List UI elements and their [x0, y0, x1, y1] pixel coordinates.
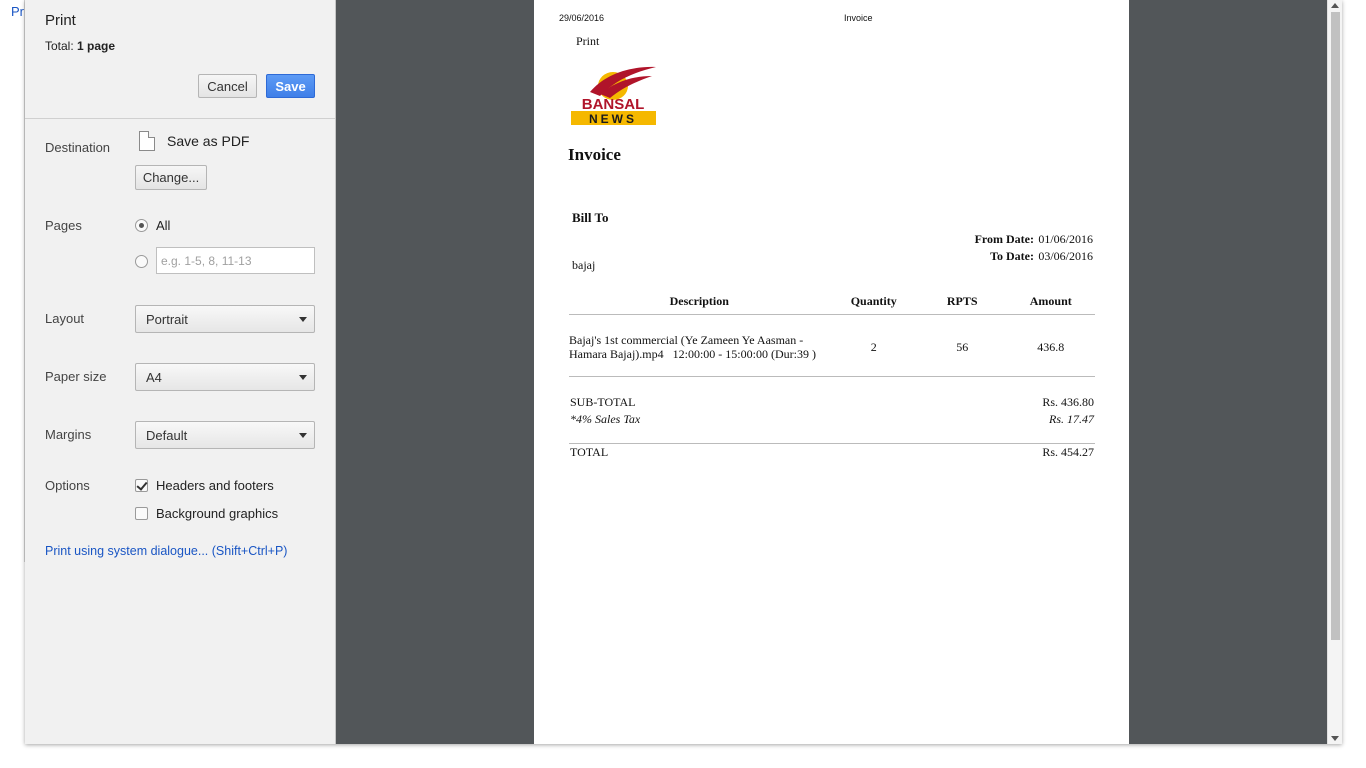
pages-all-radio[interactable] [135, 219, 148, 232]
pages-label: Pages [45, 218, 82, 233]
page-header-date: 29/06/2016 [559, 13, 605, 23]
scroll-down-icon[interactable] [1331, 736, 1339, 741]
margins-select-value: Default [146, 427, 188, 443]
print-settings-sidebar: Print Total: 1 page Cancel Save Destinat… [25, 0, 336, 744]
row-rpts: 56 [956, 339, 969, 354]
from-date-label: From Date: [974, 232, 1034, 246]
layout-select-value: Portrait [146, 311, 188, 327]
column-header-quantity: Quantity [829, 293, 918, 315]
total-label: TOTAL [570, 445, 609, 459]
customer-name: bajaj [572, 258, 596, 272]
invoice-table: Description Quantity RPTS Amount Bajaj's… [569, 293, 1095, 376]
subtotal-label: SUB-TOTAL [570, 395, 636, 409]
destination-value: Save as PDF [167, 133, 250, 149]
change-destination-button[interactable]: Change... [135, 165, 207, 190]
background-graphics-checkbox[interactable] [135, 507, 148, 520]
paper-size-select[interactable]: A4 [135, 363, 315, 391]
tax-value: Rs. 17.47 [1049, 412, 1094, 426]
background-window-edge: Pri [0, 0, 25, 562]
bill-to-label: Bill To [572, 210, 609, 225]
logo-bottom-text: NEWS [589, 112, 637, 126]
destination-label: Destination [45, 140, 111, 155]
layout-select[interactable]: Portrait [135, 305, 315, 333]
dialog-title: Print [45, 12, 76, 29]
subtotal-row: SUB-TOTAL Rs. 436.80 [570, 395, 1094, 410]
pages-all-label[interactable]: All [156, 218, 170, 233]
page-header-title: Invoice [844, 13, 873, 23]
options-label: Options [45, 478, 90, 493]
to-date-value: 03/06/2016 [1038, 249, 1093, 263]
tax-label: *4% Sales Tax [570, 412, 641, 426]
pages-range-input[interactable] [156, 247, 315, 274]
invoice-heading: Invoice [568, 145, 621, 164]
table-divider [569, 376, 1095, 377]
paper-size-label: Paper size [45, 369, 107, 384]
cancel-button[interactable]: Cancel [198, 74, 257, 98]
preview-page: 29/06/2016 Invoice Print BANSAL NEWS Inv… [534, 0, 1129, 744]
row-quantity: 2 [870, 339, 877, 354]
paper-size-select-value: A4 [146, 369, 162, 385]
total-value: Rs. 454.27 [1042, 445, 1094, 459]
logo-top-text: BANSAL [582, 96, 645, 113]
total-divider [569, 443, 1095, 444]
page-total-value: 1 page [77, 39, 116, 53]
print-dialog: Print Total: 1 page Cancel Save Destinat… [25, 0, 1342, 744]
scrollbar-thumb[interactable] [1331, 12, 1340, 640]
row-description-line2: Hamara Bajaj).mp4 12:00:00 - 15:00:00 (D… [569, 347, 816, 361]
column-header-rpts: RPTS [917, 293, 1007, 315]
row-amount: 436.8 [1037, 339, 1065, 354]
document-icon [139, 131, 155, 151]
column-header-description: Description [569, 293, 830, 315]
scroll-up-icon[interactable] [1331, 3, 1339, 8]
headers-footers-checkbox[interactable] [135, 479, 148, 492]
invoice-dates: From Date: 01/06/2016 To Date: 03/06/2016 [975, 232, 1093, 266]
print-preview-area: 29/06/2016 Invoice Print BANSAL NEWS Inv… [336, 0, 1342, 744]
chevron-down-icon [299, 375, 307, 380]
preview-scrollbar[interactable] [1327, 0, 1342, 744]
background-graphics-label[interactable]: Background graphics [156, 506, 278, 521]
from-date-value: 01/06/2016 [1038, 232, 1093, 246]
background-link[interactable]: Pri [11, 4, 24, 19]
subtotal-value: Rs. 436.80 [1042, 395, 1094, 409]
chevron-down-icon [299, 317, 307, 322]
sidebar-divider [25, 118, 335, 119]
margins-label: Margins [45, 427, 92, 442]
page-total-label: Total: [45, 39, 74, 53]
save-button[interactable]: Save [266, 74, 315, 98]
system-dialog-link[interactable]: Print using system dialogue... (Shift+Ct… [45, 544, 287, 558]
to-date-label: To Date: [990, 249, 1034, 263]
tax-row: *4% Sales Tax Rs. 17.47 [570, 412, 1094, 427]
page-total: Total: 1 page [45, 39, 115, 53]
print-text: Print [576, 34, 600, 48]
row-description: Bajaj's 1st commercial (Ye Zameen Ye Aas… [569, 315, 829, 377]
pages-custom-radio[interactable] [135, 255, 148, 268]
margins-select[interactable]: Default [135, 421, 315, 449]
column-header-amount: Amount [1006, 293, 1095, 315]
table-row: Bajaj's 1st commercial (Ye Zameen Ye Aas… [569, 315, 1095, 377]
table-header-row: Description Quantity RPTS Amount [569, 293, 1095, 315]
row-description-line1: Bajaj's 1st commercial (Ye Zameen Ye Aas… [569, 333, 804, 347]
chevron-down-icon [299, 433, 307, 438]
bansal-news-logo: BANSAL NEWS [571, 66, 656, 126]
total-row: TOTAL Rs. 454.27 [570, 445, 1094, 460]
layout-label: Layout [45, 311, 85, 326]
headers-footers-label[interactable]: Headers and footers [156, 478, 274, 493]
